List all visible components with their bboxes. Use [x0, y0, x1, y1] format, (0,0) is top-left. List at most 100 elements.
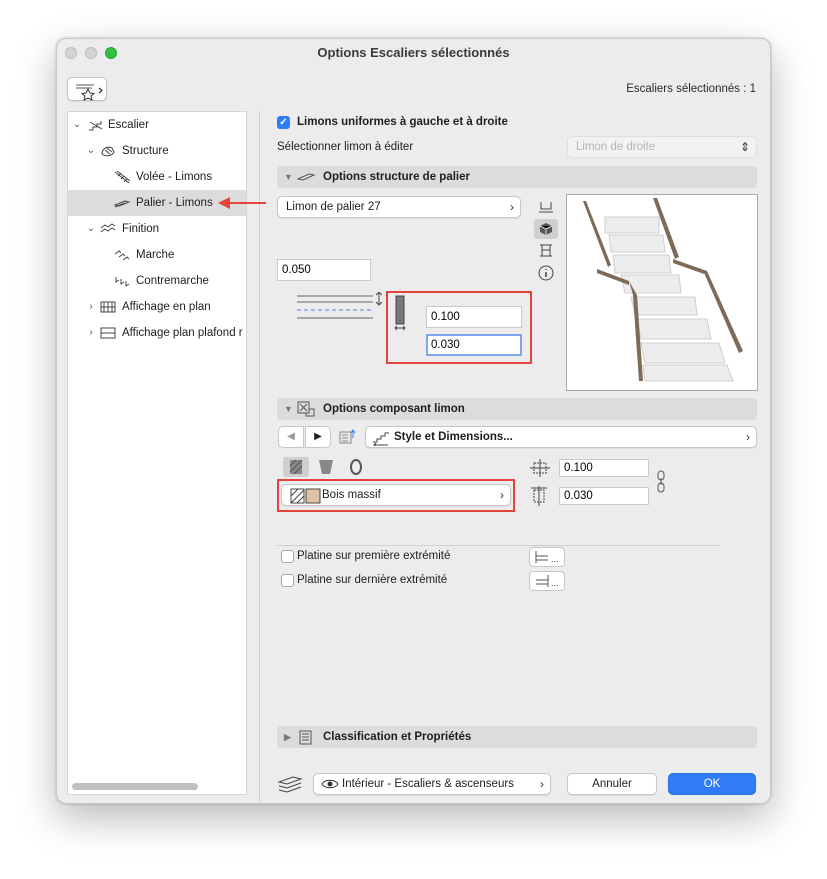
chevron-down-icon[interactable]: ⌄ — [86, 138, 96, 164]
tapered-profile-icon[interactable] — [315, 457, 337, 477]
3d-preview[interactable] — [566, 194, 758, 391]
triangle-left-icon: ◀ — [287, 431, 295, 442]
width-dimension-icon — [530, 459, 550, 477]
cube-icon — [539, 223, 553, 235]
riser-icon — [115, 277, 130, 287]
section-view-icon — [540, 244, 552, 257]
section-view-button[interactable] — [534, 241, 558, 261]
3d-view-button[interactable] — [534, 219, 558, 239]
chain-link-icon[interactable] — [655, 469, 667, 495]
plan-view-button[interactable] — [534, 197, 558, 217]
end-plate-start-icon: ... — [535, 551, 559, 564]
stringer-select[interactable]: Limon de droite ⇕ — [567, 136, 757, 158]
document-icon — [299, 730, 312, 745]
first-end-plate-settings-button[interactable]: ... — [529, 547, 565, 567]
zoom-window-button[interactable] — [105, 47, 117, 59]
info-button[interactable] — [534, 263, 558, 283]
tree-item-structure[interactable]: ⌄ Structure — [68, 138, 246, 164]
ceiling-plan-icon — [100, 327, 116, 339]
updown-chevron-icon: ⇕ — [739, 140, 750, 154]
next-component-button[interactable]: ▶ — [305, 426, 331, 448]
landing-height-field[interactable] — [426, 306, 522, 328]
ellipsis-text: ... — [551, 578, 559, 588]
ellipsis-text: ... — [551, 554, 559, 564]
first-end-plate-checkbox[interactable] — [281, 550, 294, 563]
minimize-window-button[interactable] — [85, 47, 97, 59]
component-section-title: Options composant limon — [323, 403, 465, 415]
layer-select[interactable]: Intérieur - Escaliers & ascenseurs › — [313, 773, 551, 795]
tree-item-affichage-plan[interactable]: › Affichage en plan — [68, 294, 246, 320]
stair-style-icon — [373, 432, 389, 446]
uniform-stringers-checkbox[interactable]: ✓ — [277, 116, 290, 129]
round-profile-icon[interactable] — [345, 457, 367, 477]
annotation-arrow-icon — [218, 197, 266, 209]
chevron-right-icon[interactable]: › — [86, 320, 96, 346]
material-swatch-icon — [290, 488, 321, 504]
landing-profile-select[interactable]: Limon de palier 27 › — [277, 196, 521, 218]
last-end-plate-settings-button[interactable]: ... — [529, 571, 565, 591]
settings-tree[interactable]: ⌄ Escalier ⌄ Structure Volée - Limons Pa… — [67, 111, 247, 795]
tree-item-label: Palier - Limons — [136, 197, 213, 209]
previous-component-button[interactable]: ◀ — [278, 426, 304, 448]
component-section-header[interactable]: ▼ Options composant limon — [277, 398, 757, 420]
chevron-down-icon[interactable]: ⌄ — [86, 216, 96, 242]
disclosure-down-icon: ▼ — [284, 172, 293, 182]
component-section-icon — [297, 401, 315, 417]
finish-icon — [100, 223, 116, 233]
chevron-right-icon: › — [500, 488, 504, 502]
component-depth-field[interactable] — [559, 487, 649, 505]
tree-item-label: Finition — [122, 223, 160, 235]
tree-item-volee-limons[interactable]: Volée - Limons — [68, 164, 246, 190]
component-width-field[interactable] — [559, 459, 649, 477]
landing-section-title: Options structure de palier — [323, 171, 470, 183]
tree-item-label: Affichage plan plafond r — [122, 327, 243, 339]
landing-section-icon — [297, 173, 315, 181]
component-list-icon[interactable] — [339, 429, 359, 445]
landing-profile-diagram — [297, 292, 383, 319]
stringer-section-icon — [394, 295, 406, 331]
stair-3d-preview-image — [583, 198, 743, 382]
landing-thickness-field[interactable] — [426, 334, 522, 356]
tree-item-label: Escalier — [108, 119, 149, 131]
style-dimensions-label: Style et Dimensions... — [394, 431, 513, 443]
stair-icon — [89, 121, 103, 131]
style-dimensions-select[interactable]: Style et Dimensions... › — [365, 426, 757, 448]
favorites-button[interactable] — [67, 77, 107, 101]
material-select[interactable]: Bois massif › — [281, 484, 511, 506]
chevron-right-icon: › — [540, 777, 544, 791]
chevron-right-icon[interactable]: › — [86, 294, 96, 320]
tree-item-label: Affichage en plan — [122, 301, 211, 313]
ok-button[interactable]: OK — [668, 773, 756, 795]
window-title: Options Escaliers sélectionnés — [317, 45, 510, 60]
panel-divider — [259, 111, 260, 803]
tree-item-contremarche[interactable]: Contremarche — [68, 268, 246, 294]
landing-structure-section-header[interactable]: ▼ Options structure de palier — [277, 166, 757, 188]
chevron-right-icon: › — [746, 430, 750, 444]
disclosure-right-icon: ▶ — [284, 732, 291, 742]
landing-stringers-icon — [114, 200, 130, 208]
tree-item-label: Structure — [122, 145, 169, 157]
select-stringer-label: Sélectionner limon à éditer — [277, 141, 414, 153]
tread-icon — [114, 250, 130, 261]
floor-plan-icon — [100, 301, 116, 313]
chevron-down-icon[interactable]: ⌄ — [72, 112, 82, 138]
last-end-plate-checkbox[interactable] — [281, 574, 294, 587]
triangle-right-icon: ▶ — [314, 431, 322, 442]
stringer-select-value: Limon de droite — [576, 141, 656, 153]
tree-scrollbar[interactable] — [72, 783, 198, 790]
tree-item-affichage-plafond[interactable]: › Affichage plan plafond r — [68, 320, 246, 346]
end-plate-end-icon: ... — [536, 575, 559, 588]
tree-item-finition[interactable]: ⌄ Finition — [68, 216, 246, 242]
cancel-button[interactable]: Annuler — [567, 773, 657, 795]
dialog-window: Options Escaliers sélectionnés Escaliers… — [56, 38, 771, 804]
classification-section-header[interactable]: ▶ Classification et Propriétés — [277, 726, 757, 748]
tree-item-escalier[interactable]: ⌄ Escalier — [68, 112, 246, 138]
classification-title: Classification et Propriétés — [323, 731, 472, 743]
layer-value: Intérieur - Escaliers & ascenseurs — [342, 778, 514, 790]
close-window-button[interactable] — [65, 47, 77, 59]
layers-icon — [277, 776, 303, 793]
rectangular-profile-button[interactable] — [283, 457, 309, 477]
tree-item-label: Volée - Limons — [136, 171, 213, 183]
landing-offset-field[interactable] — [277, 259, 371, 281]
tree-item-marche[interactable]: Marche — [68, 242, 246, 268]
